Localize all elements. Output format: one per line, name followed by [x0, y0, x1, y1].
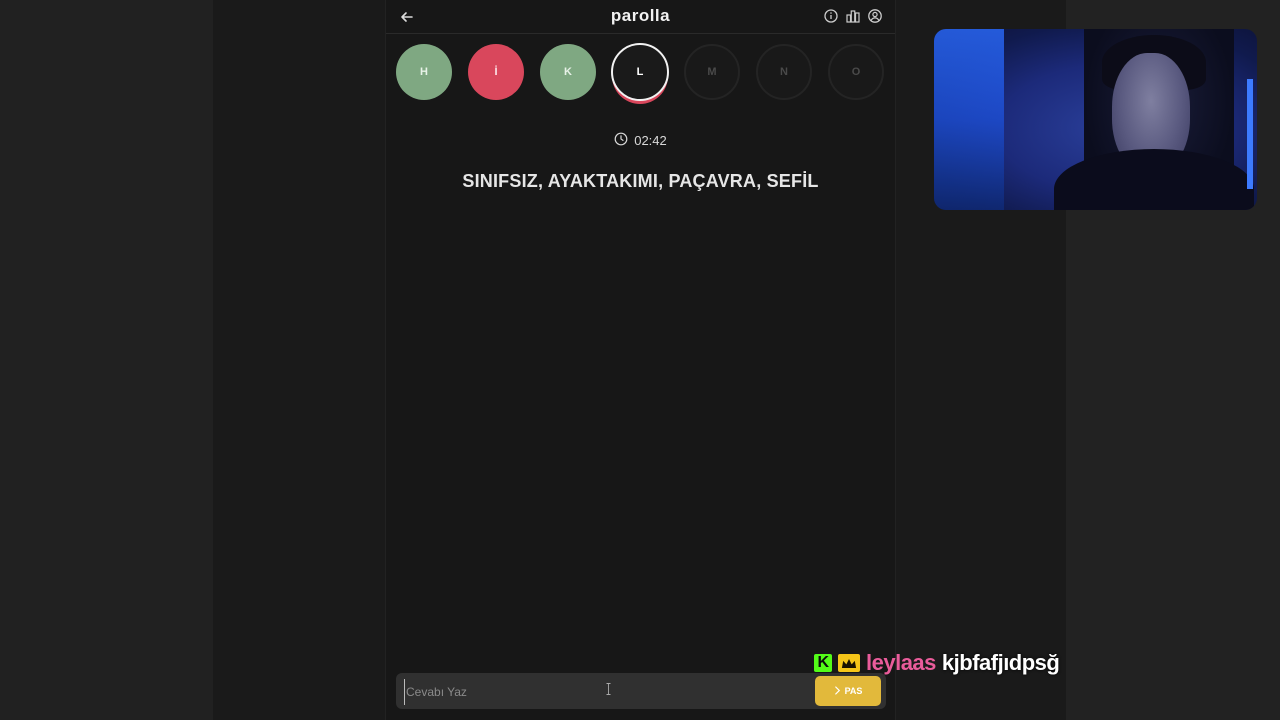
chevron-right-icon: [834, 685, 841, 697]
webcam-overlay: [934, 29, 1257, 210]
answer-bar: PAS: [396, 673, 886, 709]
pass-button-label: PAS: [844, 686, 863, 696]
chat-username: leylaas: [866, 650, 936, 675]
header-icons: [823, 8, 883, 24]
letter-circle-n: N: [756, 44, 812, 100]
clock-icon: [614, 132, 628, 149]
letter-circle-i: İ: [468, 44, 524, 100]
timer: 02:42: [386, 132, 895, 149]
kick-badge-icon: K: [814, 654, 832, 672]
letter-circle-o: O: [828, 44, 884, 100]
letter-circle-k: K: [540, 44, 596, 100]
chat-text: kjbfafjıdpsğ: [941, 650, 1060, 675]
question-text: SINIFSIZ, AYAKTAKIMI, PAÇAVRA, SEFİL: [462, 171, 819, 191]
top-bar: parolla: [386, 0, 895, 34]
info-icon[interactable]: [823, 8, 839, 24]
stats-icon[interactable]: [845, 8, 861, 24]
letter-progress: H İ K L M N O: [396, 43, 886, 104]
left-background: [0, 0, 213, 720]
timer-value: 02:42: [634, 133, 667, 148]
pass-button[interactable]: PAS: [815, 676, 881, 706]
app-title: parolla: [610, 6, 671, 25]
parolla-game-panel: parolla H İ K L M N O 02:42 SINIFSIZ, AY…: [385, 0, 896, 720]
crown-icon: [838, 654, 860, 672]
letter-circle-l-current: L: [611, 43, 669, 101]
profile-icon[interactable]: [867, 8, 883, 24]
chat-message: K leylaas kjbfafjıdpsğ: [814, 650, 1060, 676]
text-cursor-icon: [606, 683, 611, 695]
letter-circle-m: M: [684, 44, 740, 100]
letter-circle-h: H: [396, 44, 452, 100]
